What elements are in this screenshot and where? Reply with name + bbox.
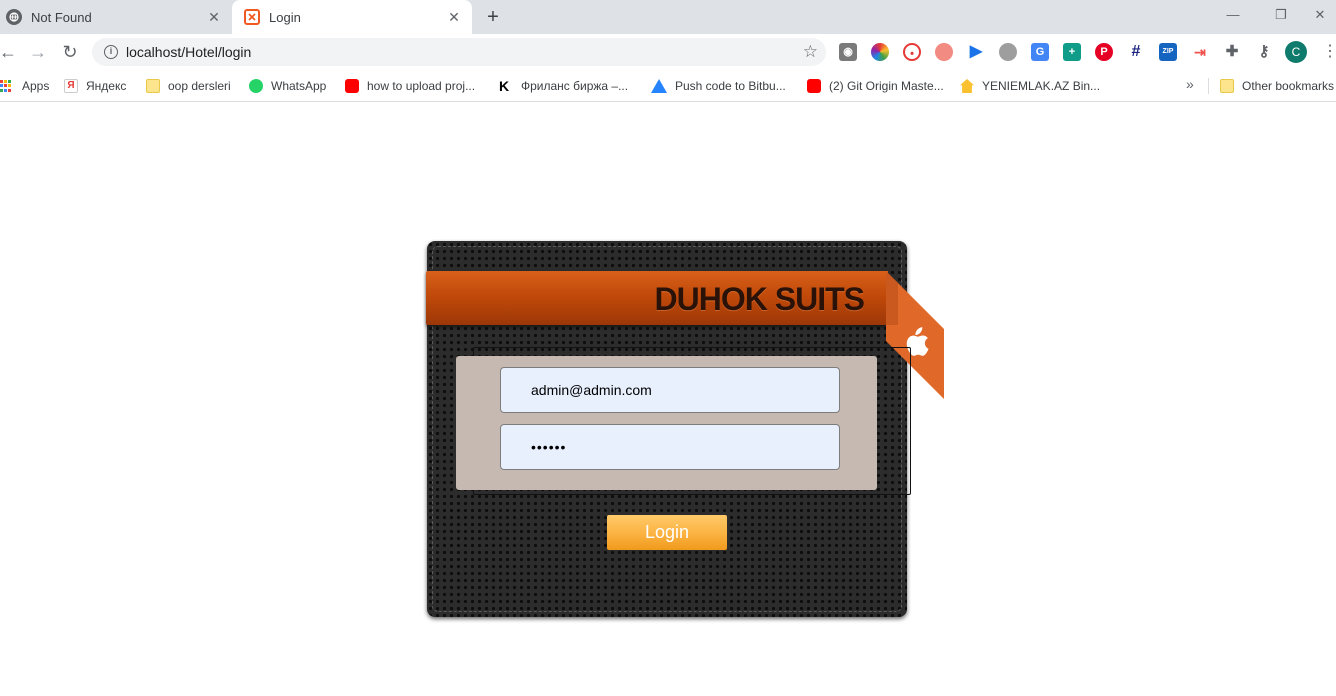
bookmark-label: Other bookmarks	[1242, 79, 1335, 93]
youtube-icon	[807, 79, 821, 93]
bookmark-label: how to upload proj...	[367, 79, 476, 93]
key-icon[interactable]: ⚷	[1255, 43, 1273, 61]
whatsapp-icon	[249, 79, 263, 93]
bookmark-label: oop dersleri	[168, 79, 231, 93]
yandex-icon: Я	[64, 79, 78, 93]
info-icon[interactable]: i	[104, 45, 118, 59]
puzzle-extensions-icon[interactable]: ✚	[1223, 43, 1241, 61]
folder-icon	[1220, 79, 1234, 93]
bookmark-label: (2) Git Origin Maste...	[829, 79, 944, 93]
bookmark-oop-dersleri[interactable]: oop dersleri	[146, 76, 231, 96]
back-button[interactable]: ←	[0, 38, 22, 66]
restore-button[interactable]: ❐	[1258, 4, 1304, 26]
bookmark-yandex[interactable]: Я Яндекс	[64, 76, 126, 96]
rainbow-extension-icon[interactable]	[935, 43, 953, 61]
house-icon	[960, 79, 974, 93]
crop-extension-icon[interactable]: #	[1127, 43, 1145, 61]
reload-button[interactable]: ↻	[56, 38, 84, 66]
apps-grid-icon	[0, 80, 12, 92]
tab-title: Not Found	[31, 9, 92, 25]
play-extension-icon[interactable]: ▶	[967, 43, 985, 61]
close-tab-icon[interactable]: ✕	[446, 9, 462, 25]
bookmark-label: Фриланс биржа –...	[521, 79, 629, 93]
password-field[interactable]: ••••••	[500, 424, 840, 470]
bookmark-git-origin[interactable]: (2) Git Origin Maste...	[807, 76, 944, 96]
atlassian-icon	[651, 79, 667, 93]
address-bar[interactable]: i localhost/Hotel/login ☆	[92, 38, 826, 66]
bookmark-label: Яндекс	[86, 79, 127, 93]
bookmarks-overflow-button[interactable]: »	[1186, 76, 1194, 92]
bookmark-label: WhatsApp	[271, 79, 327, 93]
tab-not-found[interactable]: Not Found ✕	[0, 0, 232, 34]
url-text: localhost/Hotel/login	[126, 44, 252, 60]
bookmarks-bar: Apps Я Яндекс oop dersleri WhatsApp how …	[0, 70, 1336, 102]
bookmark-freelance[interactable]: K Фриланс биржа –...	[499, 76, 628, 96]
bookmark-label: YENIEMLAK.AZ Bin...	[982, 79, 1101, 93]
bookmark-label: Push code to Bitbu...	[675, 79, 786, 93]
zip-extension-icon[interactable]: ZIP	[1159, 43, 1177, 61]
bookmark-yeniemlak[interactable]: YENIEMLAK.AZ Bin...	[960, 76, 1100, 96]
bookmark-youtube-upload[interactable]: how to upload proj...	[345, 76, 475, 96]
record-extension-icon[interactable]: •	[903, 43, 921, 61]
tab-strip: Not Found ✕ Login ✕ + — ❐ ✕	[0, 0, 1336, 34]
forward-button[interactable]: →	[24, 38, 52, 66]
translate-extension-icon[interactable]: G	[1031, 43, 1049, 61]
profile-avatar[interactable]: C	[1285, 41, 1307, 63]
brand-ribbon: DUHOK SUITS	[426, 271, 888, 325]
vpn-extension-icon[interactable]	[999, 43, 1017, 61]
bookmarks-separator	[1208, 78, 1209, 94]
camera-extension-icon[interactable]: ◉	[839, 43, 857, 61]
xampp-icon	[244, 9, 260, 25]
tab-login[interactable]: Login ✕	[232, 0, 472, 34]
share-extension-icon[interactable]: ⇥	[1191, 43, 1209, 61]
youtube-icon	[345, 79, 359, 93]
email-field[interactable]: admin@admin.com	[500, 367, 840, 413]
bookmark-whatsapp[interactable]: WhatsApp	[249, 76, 326, 96]
close-tab-icon[interactable]: ✕	[206, 9, 222, 25]
tab-title: Login	[269, 9, 301, 25]
bookmark-label: Apps	[22, 79, 50, 93]
page-content: DUHOK SUITS admin@admin.com •••••• Login	[0, 103, 1336, 696]
kwork-icon: K	[499, 78, 510, 94]
bookmark-other[interactable]: Other bookmarks	[1220, 76, 1334, 96]
plus-extension-icon[interactable]: +	[1063, 43, 1081, 61]
bookmark-bitbucket[interactable]: Push code to Bitbu...	[651, 76, 786, 96]
new-tab-button[interactable]: +	[482, 6, 504, 28]
color-picker-extension-icon[interactable]	[871, 43, 889, 61]
globe-icon	[6, 9, 22, 25]
pinterest-extension-icon[interactable]: P	[1095, 43, 1113, 61]
close-window-button[interactable]: ✕	[1304, 4, 1336, 26]
minimize-button[interactable]: —	[1210, 4, 1256, 26]
bookmark-star-icon[interactable]: ☆	[803, 42, 818, 62]
bookmark-apps[interactable]: Apps	[0, 76, 49, 96]
menu-dots-icon[interactable]: ⋮	[1322, 42, 1336, 62]
brand-title: DUHOK SUITS	[654, 281, 865, 317]
login-button[interactable]: Login	[607, 515, 727, 550]
browser-toolbar: ← → ↻ i localhost/Hotel/login ☆ ◉ • ▶ G …	[0, 34, 1336, 70]
folder-icon	[146, 79, 160, 93]
